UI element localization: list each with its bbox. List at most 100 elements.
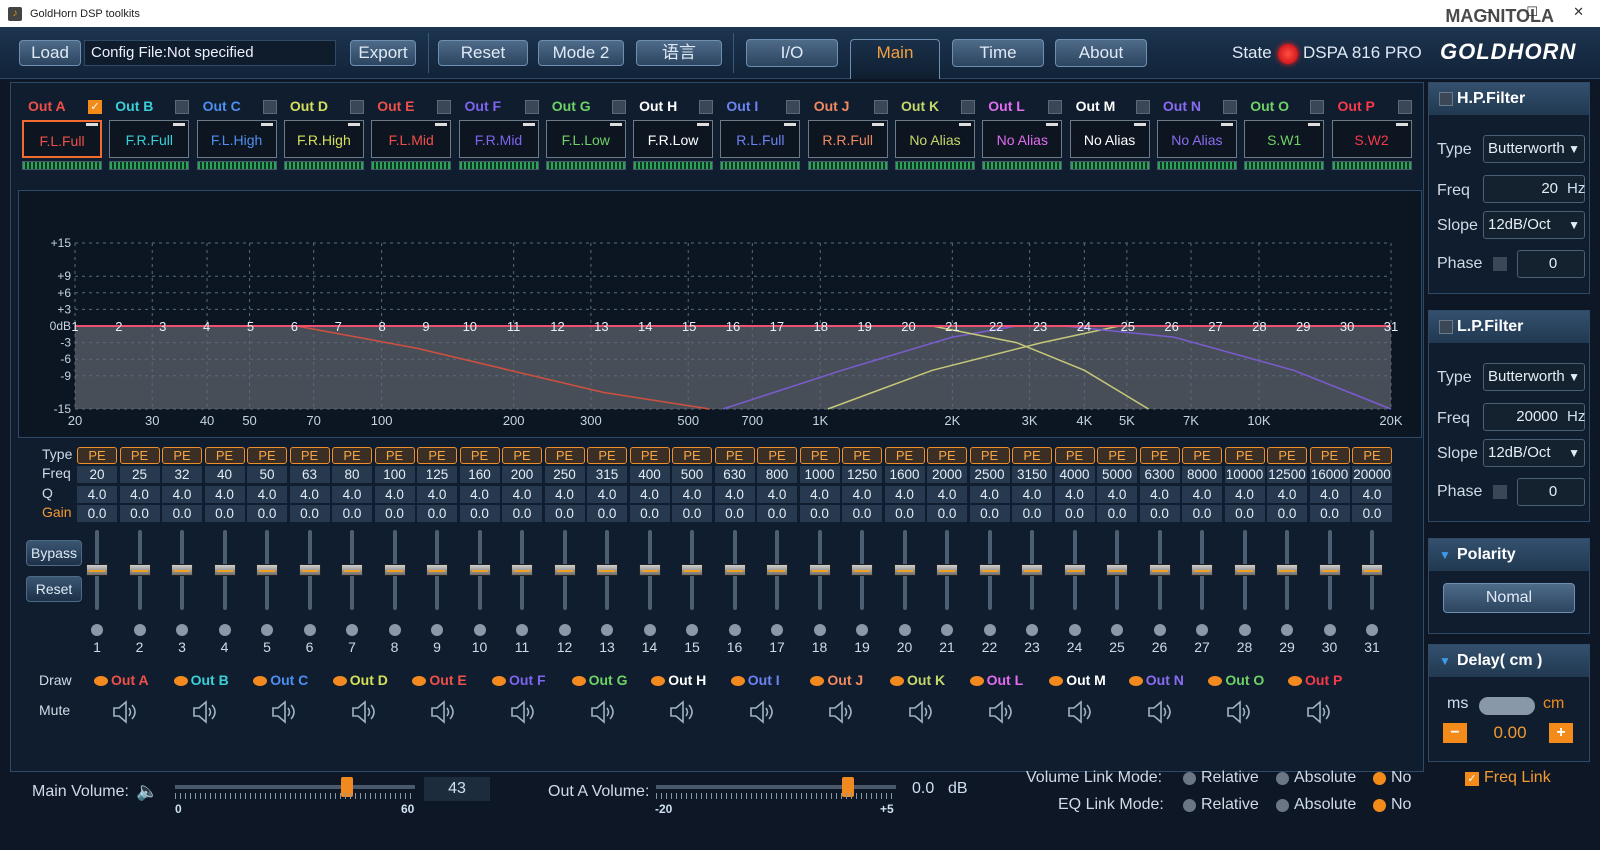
eq-freq-cell[interactable]: 10000 [1224,466,1265,483]
out-volume-slider[interactable] [656,777,896,797]
eq-q-cell[interactable]: 4.0 [799,486,840,503]
eq-q-cell[interactable]: 4.0 [247,486,287,503]
eq-type-select[interactable]: PE [629,447,670,464]
close-icon[interactable]: ✕ [1573,4,1584,20]
eq-gain-cell[interactable]: 0.0 [374,505,415,522]
eq-band-dot[interactable] [941,624,953,636]
eq-band-handle[interactable] [1361,564,1383,576]
eq-band-slider[interactable] [851,530,873,610]
eq-q-cell[interactable]: 4.0 [927,486,967,503]
eq-freq-cell[interactable]: 25 [119,466,160,483]
eq-q-cell[interactable]: 4.0 [332,486,372,503]
eq-freq-cell[interactable]: 1250 [842,466,882,483]
eq-q-cell[interactable]: 4.0 [1352,486,1392,503]
eq-band-dot[interactable] [1026,624,1038,636]
eq-q-cell[interactable]: 4.0 [714,486,755,503]
eq-freq-cell[interactable]: 400 [629,466,670,483]
eq-band-dot[interactable] [1281,624,1293,636]
tab-main[interactable]: Main [850,39,940,79]
hp-filter-checkbox[interactable] [1439,92,1453,106]
eq-band-handle[interactable] [1021,564,1043,576]
hp-type-select[interactable]: Butterworth [1483,135,1585,163]
eq-band-slider[interactable] [511,530,533,610]
eq-freq-cell[interactable]: 6300 [1139,466,1180,483]
eq-gain-cell[interactable]: 0.0 [1267,505,1307,522]
eq-band-dot[interactable] [303,624,316,636]
eq-q-cell[interactable]: 4.0 [374,486,415,503]
delay-value[interactable]: 0.00 [1487,723,1533,743]
eq-link-no-radio[interactable] [1373,799,1386,812]
channel-checkbox[interactable] [437,100,452,114]
eq-band-handle[interactable] [511,564,533,576]
eq-q-cell[interactable]: 4.0 [842,486,882,503]
eq-band-handle[interactable] [298,564,321,576]
lp-phase-input[interactable]: 0 [1517,478,1585,506]
eq-band-dot[interactable] [898,624,911,636]
eq-q-cell[interactable]: 4.0 [1097,486,1137,503]
eq-band-handle[interactable] [1276,564,1298,576]
eq-band-handle[interactable] [383,564,406,576]
eq-band-dot[interactable] [643,624,656,636]
eq-band-dot[interactable] [856,624,868,636]
channel-checkbox[interactable]: ✓ [88,100,102,114]
eq-band-slider[interactable] [893,530,916,610]
eq-freq-cell[interactable]: 12500 [1267,466,1307,483]
eq-gain-cell[interactable]: 0.0 [119,505,160,522]
channel-checkbox[interactable] [1135,100,1150,114]
eq-band-slider[interactable] [256,530,278,610]
eq-gain-cell[interactable]: 0.0 [1352,505,1392,522]
eq-band-slider[interactable] [808,530,831,610]
eq-freq-cell[interactable]: 125 [417,466,457,483]
eq-gain-cell[interactable]: 0.0 [1097,505,1137,522]
eq-gain-cell[interactable]: 0.0 [587,505,627,522]
delay-plus-button[interactable]: + [1549,723,1573,743]
eq-q-cell[interactable]: 4.0 [459,486,500,503]
eq-band-dot[interactable] [686,624,698,636]
draw-toggle[interactable]: Out D [332,672,388,688]
eq-band-dot[interactable] [346,624,358,636]
mute-speaker-icon[interactable] [827,700,855,724]
eq-band-dot[interactable] [771,624,783,636]
draw-toggle[interactable]: Out O [1208,672,1264,688]
eq-type-select[interactable]: PE [1267,447,1307,464]
eq-freq-cell[interactable]: 3150 [1012,466,1052,483]
eq-freq-cell[interactable]: 100 [374,466,415,483]
eq-band-slider[interactable] [213,530,236,610]
eq-band-handle[interactable] [1148,564,1171,576]
eq-band-slider[interactable] [383,530,406,610]
eq-band-slider[interactable] [936,530,958,610]
eq-freq-cell[interactable]: 1000 [799,466,840,483]
eq-gain-cell[interactable]: 0.0 [629,505,670,522]
eq-gain-cell[interactable]: 0.0 [544,505,585,522]
draw-toggle[interactable]: Out N [1128,672,1184,688]
eq-band-slider[interactable] [978,530,1001,610]
eq-band-slider[interactable] [86,530,108,610]
eq-q-cell[interactable]: 4.0 [544,486,585,503]
eq-band-slider[interactable] [1063,530,1086,610]
eq-band-slider[interactable] [171,530,193,610]
eq-band-handle[interactable] [468,564,491,576]
eq-link-relative-radio[interactable] [1183,799,1196,812]
eq-band-dot[interactable] [1366,624,1378,636]
eq-freq-cell[interactable]: 315 [587,466,627,483]
eq-link-absolute-radio[interactable] [1276,799,1289,812]
tab-about[interactable]: About [1055,39,1147,67]
eq-freq-cell[interactable]: 160 [459,466,500,483]
eq-band-dot[interactable] [813,624,826,636]
eq-reset-button[interactable]: Reset [26,576,82,602]
volume-link-absolute-radio[interactable] [1276,772,1289,785]
eq-type-select[interactable]: PE [927,447,967,464]
channel-checkbox[interactable] [175,100,190,114]
eq-band-handle[interactable] [1318,564,1341,576]
channel-checkbox[interactable] [961,100,975,114]
eq-band-handle[interactable] [86,564,108,576]
eq-gain-cell[interactable]: 0.0 [884,505,925,522]
load-button[interactable]: Load [19,40,81,66]
eq-band-dot[interactable] [1068,624,1081,636]
eq-band-handle[interactable] [681,564,703,576]
eq-gain-cell[interactable]: 0.0 [799,505,840,522]
bypass-button[interactable]: Bypass [26,540,82,566]
eq-type-select[interactable]: PE [799,447,840,464]
eq-band-slider[interactable] [128,530,151,610]
eq-band-handle[interactable] [1233,564,1256,576]
